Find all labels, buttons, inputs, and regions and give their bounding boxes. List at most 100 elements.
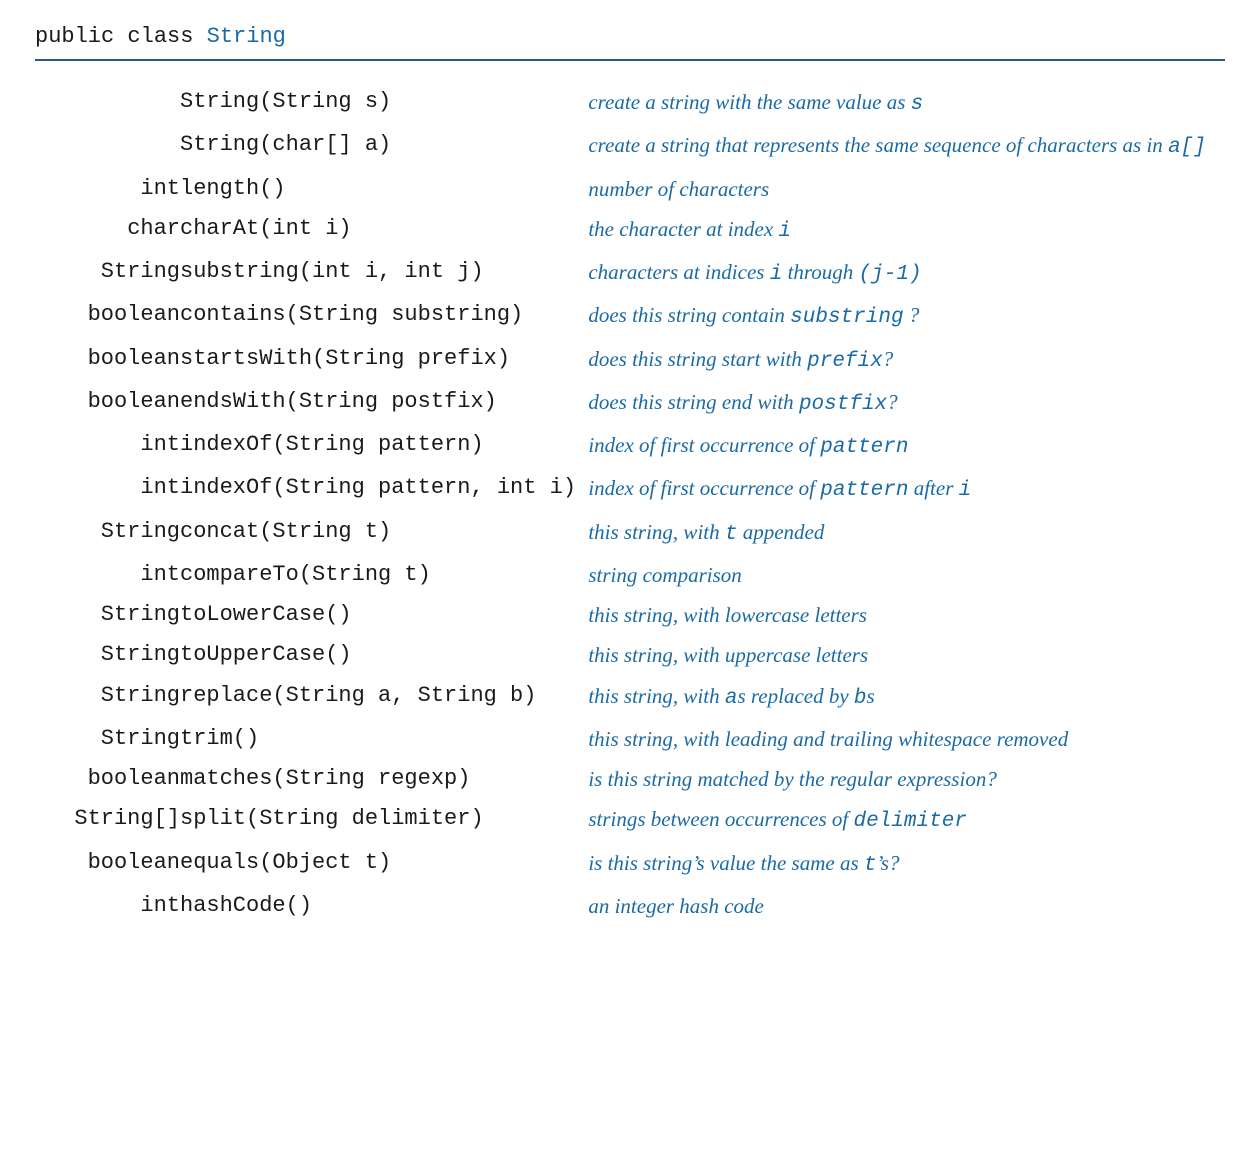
desc-text: is this string matched by the regular ex…: [588, 767, 997, 791]
desc-code: a[]: [1168, 136, 1206, 159]
table-row: StringtoUpperCase()this string, with upp…: [35, 642, 1225, 668]
table-row: booleancontains(String substring)does th…: [35, 302, 1225, 331]
table-row: booleanendsWith(String postfix)does this…: [35, 389, 1225, 418]
desc-text: characters at indices: [588, 260, 769, 284]
return-type: boolean: [35, 850, 180, 879]
desc-code: (j-1): [859, 263, 922, 286]
return-type: int: [35, 475, 180, 504]
method-description: characters at indices i through (j-1): [588, 259, 1225, 288]
table-row: Stringsubstring(int i, int j)characters …: [35, 259, 1225, 288]
desc-code: a: [725, 687, 738, 710]
return-type: int: [35, 893, 180, 919]
table-row: inthashCode()an integer hash code: [35, 893, 1225, 919]
desc-text: ?: [883, 347, 894, 371]
table-row: String(char[] a)create a string that rep…: [35, 132, 1225, 161]
method-signature: split(String delimiter): [180, 806, 588, 835]
method-description: create a string that represents the same…: [588, 132, 1225, 161]
return-type: char: [35, 216, 180, 245]
desc-text: this string, with uppercase letters: [588, 643, 868, 667]
method-signature: toUpperCase(): [180, 642, 588, 668]
table-row: String[]split(String delimiter)strings b…: [35, 806, 1225, 835]
table-row: Stringconcat(String t)this string, with …: [35, 519, 1225, 548]
return-type: boolean: [35, 302, 180, 331]
desc-text: string comparison: [588, 563, 741, 587]
method-signature: equals(Object t): [180, 850, 588, 879]
method-signature: matches(String regexp): [180, 766, 588, 792]
method-signature: length(): [180, 176, 588, 202]
method-signature: String(char[] a): [180, 132, 588, 161]
desc-code: i: [959, 479, 972, 502]
method-signature: toLowerCase(): [180, 602, 588, 628]
desc-text: index of first occurrence of: [588, 433, 820, 457]
method-signature: indexOf(String pattern, int i): [180, 475, 588, 504]
desc-text: does this string end with: [588, 390, 799, 414]
table-row: Stringtrim()this string, with leading an…: [35, 726, 1225, 752]
table-row: charcharAt(int i)the character at index …: [35, 216, 1225, 245]
return-type: String: [35, 726, 180, 752]
desc-text: after: [908, 476, 958, 500]
desc-code: pattern: [820, 436, 908, 459]
desc-text: ?: [904, 303, 920, 327]
table-row: StringtoLowerCase()this string, with low…: [35, 602, 1225, 628]
table-row: intlength()number of characters: [35, 176, 1225, 202]
class-header: public class String: [35, 24, 1225, 61]
method-description: does this string start with prefix?: [588, 346, 1225, 375]
table-row: intindexOf(String pattern)index of first…: [35, 432, 1225, 461]
desc-text: an integer hash code: [588, 894, 764, 918]
method-description: this string, with lowercase letters: [588, 602, 1225, 628]
return-type: String: [35, 683, 180, 712]
method-signature: replace(String a, String b): [180, 683, 588, 712]
desc-code: t: [864, 854, 877, 877]
desc-text: this string, with: [588, 684, 725, 708]
method-description: this string, with uppercase letters: [588, 642, 1225, 668]
desc-code: i: [770, 263, 783, 286]
header-keywords: public class: [35, 24, 207, 49]
method-signature: charAt(int i): [180, 216, 588, 245]
return-type: String: [35, 602, 180, 628]
desc-code: delimiter: [854, 810, 967, 833]
method-description: index of first occurrence of pattern aft…: [588, 475, 1225, 504]
method-signature: substring(int i, int j): [180, 259, 588, 288]
method-description: create a string with the same value as s: [588, 89, 1225, 118]
return-type: int: [35, 562, 180, 588]
method-signature: indexOf(String pattern): [180, 432, 588, 461]
table-row: String(String s)create a string with the…: [35, 89, 1225, 118]
method-signature: hashCode(): [180, 893, 588, 919]
return-type: String: [35, 519, 180, 548]
desc-text: appended: [737, 520, 824, 544]
method-description: string comparison: [588, 562, 1225, 588]
desc-text: s: [867, 684, 875, 708]
method-description: index of first occurrence of pattern: [588, 432, 1225, 461]
desc-text: ?: [887, 390, 898, 414]
method-description: this string, with leading and trailing w…: [588, 726, 1225, 752]
method-signature: compareTo(String t): [180, 562, 588, 588]
api-table: String(String s)create a string with the…: [35, 75, 1225, 933]
method-signature: contains(String substring): [180, 302, 588, 331]
desc-code: s: [911, 93, 924, 116]
desc-text: s replaced by: [737, 684, 853, 708]
return-type: String[]: [35, 806, 180, 835]
desc-text: index of first occurrence of: [588, 476, 820, 500]
desc-code: substring: [790, 306, 903, 329]
return-type: int: [35, 176, 180, 202]
desc-text: create a string that represents the same…: [588, 133, 1168, 157]
desc-code: t: [725, 523, 738, 546]
return-type: boolean: [35, 766, 180, 792]
table-row: booleanmatches(String regexp)is this str…: [35, 766, 1225, 792]
desc-text: this string, with lowercase letters: [588, 603, 867, 627]
desc-text: create a string with the same value as: [588, 90, 910, 114]
desc-code: i: [778, 220, 791, 243]
method-description: this string, with t appended: [588, 519, 1225, 548]
header-classname: String: [207, 24, 286, 49]
desc-text: this string, with: [588, 520, 725, 544]
method-signature: String(String s): [180, 89, 588, 118]
return-type: int: [35, 432, 180, 461]
method-description: number of characters: [588, 176, 1225, 202]
method-signature: endsWith(String postfix): [180, 389, 588, 418]
method-description: an integer hash code: [588, 893, 1225, 919]
table-row: intindexOf(String pattern, int i)index o…: [35, 475, 1225, 504]
desc-text: ’s?: [876, 851, 899, 875]
method-description: strings between occurrences of delimiter: [588, 806, 1225, 835]
table-row: intcompareTo(String t)string comparison: [35, 562, 1225, 588]
method-description: does this string contain substring ?: [588, 302, 1225, 331]
